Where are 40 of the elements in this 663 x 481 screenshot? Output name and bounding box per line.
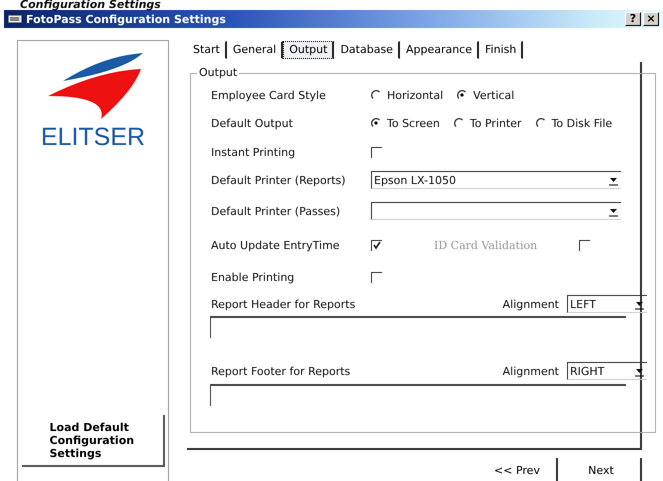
field-label: ID Card Validation bbox=[434, 238, 538, 252]
help-button[interactable]: ? bbox=[625, 12, 641, 26]
radio-button[interactable] bbox=[371, 118, 381, 128]
tab[interactable]: Output bbox=[283, 41, 334, 59]
checkbox[interactable] bbox=[371, 240, 382, 250]
field-label: Default Output bbox=[211, 116, 294, 130]
text-field[interactable] bbox=[210, 384, 626, 406]
checkbox[interactable] bbox=[371, 272, 382, 282]
field-label: Auto Update EntryTime bbox=[211, 238, 341, 252]
field-label: Default Printer (Passes) bbox=[211, 204, 342, 218]
radio-button[interactable] bbox=[371, 90, 381, 100]
option-label: Horizontal bbox=[387, 88, 444, 102]
field-label: Default Printer (Reports) bbox=[211, 174, 347, 186]
field-label: Employee Card Style bbox=[211, 88, 327, 102]
close-button[interactable]: × bbox=[643, 12, 659, 26]
option-label: To Screen bbox=[387, 116, 440, 130]
load-defaults-button[interactable]: Load Default Configuration Settings bbox=[22, 415, 164, 467]
window-title: FotoPass Configuration Settings bbox=[26, 12, 227, 26]
dropdown[interactable] bbox=[371, 202, 621, 220]
field-label: Instant Printing bbox=[211, 146, 296, 158]
option-label: Vertical bbox=[473, 88, 514, 102]
radio-button[interactable] bbox=[536, 118, 546, 128]
alignment-dropdown[interactable]: RIGHT bbox=[567, 362, 647, 380]
checkbox[interactable] bbox=[371, 146, 382, 158]
page-heading: Configuration Settings bbox=[19, 0, 162, 10]
group-title: Output bbox=[197, 67, 240, 79]
alignment-label: Alignment bbox=[502, 298, 559, 310]
field-label: Enable Printing bbox=[211, 270, 296, 284]
text-field[interactable] bbox=[210, 316, 626, 338]
dropdown[interactable]: Epson LX-1050 bbox=[371, 171, 621, 189]
field-label: Report Header for Reports bbox=[211, 298, 356, 310]
radio-button[interactable] bbox=[454, 118, 464, 128]
field-label: Report Footer for Reports bbox=[211, 364, 350, 378]
option-label: To Disk File bbox=[552, 116, 612, 130]
option-label: To Printer bbox=[470, 116, 522, 130]
alignment-label: Alignment bbox=[502, 364, 559, 378]
radio-button[interactable] bbox=[457, 90, 468, 100]
window-icon bbox=[8, 14, 22, 24]
logo-text: ELITSER bbox=[40, 123, 146, 152]
alignment-dropdown[interactable]: LEFT bbox=[567, 295, 647, 313]
